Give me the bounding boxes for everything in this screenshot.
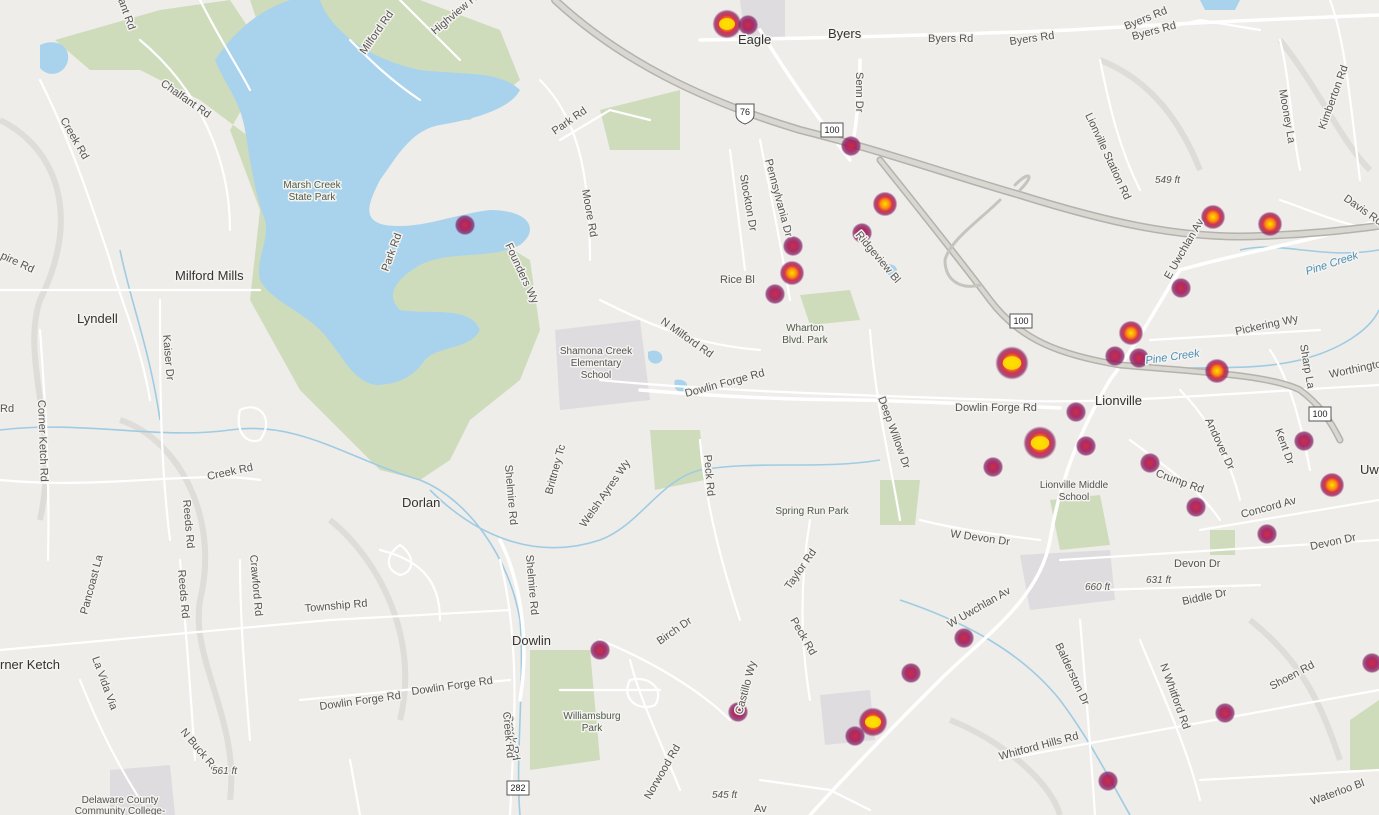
heat-spot[interactable] <box>782 235 804 257</box>
heat-spot-glow <box>1170 277 1192 299</box>
elevation-545: 545 ft <box>712 790 738 801</box>
heat-spot[interactable] <box>872 191 898 217</box>
town-label-byers: Byers <box>828 26 862 41</box>
park-label-wharton: Wharton Blvd. Park <box>782 323 829 346</box>
heat-spot-glow <box>844 725 866 747</box>
heat-spot[interactable] <box>1170 277 1192 299</box>
heat-spot[interactable] <box>1097 770 1119 792</box>
elevation-631: 631 ft <box>1146 575 1172 586</box>
heat-spot[interactable] <box>589 639 611 661</box>
heat-spot-glow <box>982 456 1004 478</box>
park-label-marsh-creek: Marsh Creek State Park <box>283 180 341 203</box>
school-label-delaware-cc: Delaware County Community College- <box>75 795 166 815</box>
heat-spot-glow <box>779 260 805 286</box>
shield-100-c-label: 100 <box>1312 409 1327 419</box>
town-label-eagle: Eagle <box>738 32 771 47</box>
road-label-dowlin-forge-2: Dowlin Forge Rd <box>955 402 1037 414</box>
road-label-rice: Rice Bl <box>720 274 755 286</box>
shield-282: 282 <box>506 780 530 796</box>
heat-spot-core <box>1002 356 1022 370</box>
heat-spot[interactable] <box>1023 426 1057 460</box>
shield-100-b-label: 100 <box>1013 316 1028 326</box>
heat-spot-core <box>1030 436 1050 450</box>
heat-spot-glow <box>1257 211 1283 237</box>
road-label-av-edge: Av <box>754 803 767 815</box>
heat-spot-core <box>864 716 882 728</box>
shield-282-label: 282 <box>510 783 525 793</box>
heat-spot-glow <box>840 135 862 157</box>
heat-spot-glow <box>1097 770 1119 792</box>
heat-spot-glow <box>1185 496 1207 518</box>
park-label-spring-run: Spring Run Park <box>775 506 849 517</box>
heat-spot[interactable] <box>1118 320 1144 346</box>
shield-i76-label: 76 <box>740 107 750 117</box>
heat-spot-glow <box>1204 358 1230 384</box>
heat-spot-glow <box>872 191 898 217</box>
heat-spot[interactable] <box>1319 472 1345 498</box>
road-label-byers-1: Byers Rd <box>928 33 973 45</box>
heat-spot-glow <box>1256 523 1278 545</box>
heat-spot-glow <box>953 627 975 649</box>
town-label-dorlan: Dorlan <box>402 495 440 510</box>
map-canvas[interactable]: 76 100 100 100 282 Chalfant Rd Milford R… <box>0 0 1379 815</box>
shield-i76: 76 <box>735 103 755 125</box>
elevation-660: 660 ft <box>1085 582 1111 593</box>
heat-spot[interactable] <box>1257 211 1283 237</box>
town-label-dowlin: Dowlin <box>512 633 551 648</box>
road-label-senn: Senn Dr <box>853 72 865 113</box>
road-label-devon-1: Devon Dr <box>1174 558 1221 570</box>
town-label-lyndell: Lyndell <box>77 311 118 326</box>
heat-spot[interactable] <box>454 214 476 236</box>
heat-spot[interactable] <box>840 135 862 157</box>
elevation-549: 549 ft <box>1155 175 1181 186</box>
heat-spot[interactable] <box>779 260 805 286</box>
heat-spot-glow <box>1104 345 1126 367</box>
heat-spot-glow <box>1214 702 1236 724</box>
heat-spot[interactable] <box>1104 345 1126 367</box>
heat-spot-glow <box>589 639 611 661</box>
park-wharton <box>800 290 860 325</box>
shield-100-b: 100 <box>1009 313 1033 329</box>
heat-spot[interactable] <box>1185 496 1207 518</box>
heat-spot-glow <box>764 283 786 305</box>
road-label-rd-edge: Rd <box>0 403 14 415</box>
pond-3 <box>1200 0 1240 10</box>
heat-spot[interactable] <box>995 346 1029 380</box>
park-williamsburg <box>530 650 600 770</box>
town-label-milford-mills: Milford Mills <box>175 268 244 283</box>
heat-spot[interactable] <box>900 662 922 684</box>
heat-spot[interactable] <box>953 627 975 649</box>
heat-spot[interactable] <box>1293 430 1315 452</box>
heat-spot-glow <box>1118 320 1144 346</box>
heat-spot[interactable] <box>1214 702 1236 724</box>
heat-spot-glow <box>782 235 804 257</box>
heat-spot[interactable] <box>1204 358 1230 384</box>
heat-spot[interactable] <box>1065 401 1087 423</box>
town-label-lionville: Lionville <box>1095 393 1142 408</box>
elevation-561: 561 ft <box>212 766 238 777</box>
heat-spot-glow <box>1075 435 1097 457</box>
heat-spot[interactable] <box>982 456 1004 478</box>
heat-spot[interactable] <box>1075 435 1097 457</box>
shield-100-a-label: 100 <box>824 125 839 135</box>
heat-spot-glow <box>900 662 922 684</box>
heat-spot[interactable] <box>844 725 866 747</box>
town-label-uwchlan: Uw <box>1360 462 1379 477</box>
heat-spot-glow <box>454 214 476 236</box>
shield-100-a: 100 <box>820 122 844 138</box>
heat-spot[interactable] <box>1256 523 1278 545</box>
town-label-corner-ketch: rner Ketch <box>0 657 60 672</box>
heat-spot-core <box>718 18 736 30</box>
heat-spot-glow <box>1293 430 1315 452</box>
heat-spot-glow <box>1065 401 1087 423</box>
heat-spot[interactable] <box>764 283 786 305</box>
heat-spot-glow <box>1319 472 1345 498</box>
shield-100-c: 100 <box>1308 406 1332 422</box>
